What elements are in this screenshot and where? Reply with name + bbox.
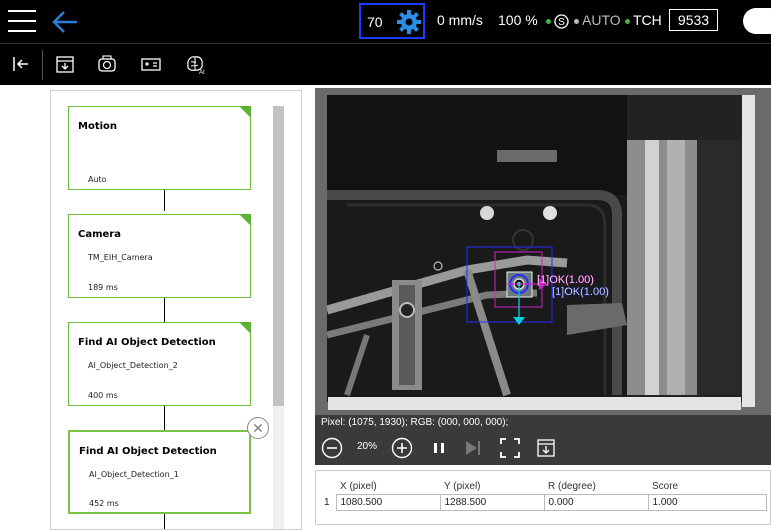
cell-y: 1288.500 <box>439 494 545 511</box>
zoom-level: 20% <box>357 441 378 452</box>
ai-brain-icon[interactable]: AI <box>184 53 206 75</box>
detection-label-2: [1]OK(1.00) <box>552 286 609 298</box>
viewer-horizontal-scrollbar[interactable] <box>328 397 741 410</box>
auto-label: AUTO <box>582 12 621 28</box>
cell-r: 0.000 <box>543 494 649 511</box>
flow-node-ai-detection-2[interactable]: Find AI Object Detection AI_Object_Detec… <box>68 322 251 406</box>
column-header: X (pixel) <box>340 481 377 492</box>
pixel-info: Pixel: (1075, 1930); RGB: (000, 000, 000… <box>315 415 771 431</box>
pause-icon[interactable] <box>431 437 447 459</box>
results-table: X (pixel) Y (pixel) R (degree) Score 1 1… <box>320 479 767 511</box>
speed-value: 70 <box>367 14 383 30</box>
image-viewer: [1]OK(1.00) [1]OK(1.00) <box>315 88 771 415</box>
row-index: 1 <box>320 494 337 511</box>
tch-label: TCH <box>633 12 662 28</box>
percent-readout: 100 % <box>498 12 538 28</box>
node-job-name: AI_Object_Detection_2 <box>88 361 178 370</box>
save-flow-icon[interactable] <box>54 53 76 75</box>
mode-indicator: S <box>546 12 569 29</box>
flow-node-ai-detection-1[interactable]: Find AI Object Detection AI_Object_Detec… <box>68 430 251 514</box>
flow-connector <box>164 403 165 431</box>
node-corner-marker <box>239 106 251 118</box>
flow-panel: Motion Auto Camera TM_EIH_Camera 189 ms … <box>50 90 302 530</box>
detection-label-1: [1]OK(1.00) <box>537 274 594 286</box>
save-image-icon[interactable] <box>535 437 557 459</box>
camera-image[interactable]: [1]OK(1.00) [1]OK(1.00) <box>327 95 755 402</box>
tch-indicator: TCH <box>625 12 662 28</box>
node-title: Find AI Object Detection <box>78 337 216 348</box>
toolbar: AI <box>0 43 771 85</box>
auto-indicator: AUTO <box>574 12 621 28</box>
flow-node-camera[interactable]: Camera TM_EIH_Camera 189 ms <box>68 214 251 298</box>
fit-screen-icon[interactable] <box>499 437 521 459</box>
viewer-controls: 20% <box>315 431 771 465</box>
camera-icon[interactable] <box>96 53 118 75</box>
cell-score: 1.000 <box>647 494 767 511</box>
node-time: 400 ms <box>88 391 118 400</box>
speed-setting-box[interactable]: 70 <box>359 3 425 39</box>
mode-s-icon: S <box>554 14 569 29</box>
node-title: Find AI Object Detection <box>79 446 217 457</box>
flow-scrollbar-thumb[interactable] <box>273 106 284 406</box>
velocity-readout: 0 mm/s <box>437 12 483 28</box>
gear-icon[interactable] <box>397 10 421 34</box>
flow-node-motion[interactable]: Motion Auto <box>68 106 251 190</box>
node-job-name: AI_Object_Detection_1 <box>89 470 179 479</box>
status-dot <box>546 18 551 24</box>
back-arrow-icon[interactable] <box>50 8 80 36</box>
node-corner-marker <box>239 214 251 226</box>
node-job-name: TM_EIH_Camera <box>88 253 153 262</box>
svg-text:S: S <box>558 17 565 28</box>
menu-icon[interactable] <box>8 8 36 34</box>
toggle-switch[interactable] <box>743 8 771 34</box>
top-bar: 70 0 mm/s 100 % S AUTO TCH 9533 <box>0 0 771 43</box>
step-play-icon[interactable] <box>463 437 483 459</box>
flow-scrollbar[interactable] <box>273 106 284 529</box>
results-table-panel: X (pixel) Y (pixel) R (degree) Score 1 1… <box>315 470 771 525</box>
node-title: Motion <box>78 121 118 132</box>
column-header: Y (pixel) <box>444 481 481 492</box>
node-detail: Auto <box>88 175 107 184</box>
camera-scene: [1]OK(1.00) [1]OK(1.00) <box>327 95 755 402</box>
column-header: R (degree) <box>548 481 596 492</box>
flow-connector <box>164 295 165 323</box>
node-corner-marker <box>239 322 251 334</box>
toolbar-divider <box>42 50 43 80</box>
node-time: 189 ms <box>88 283 118 292</box>
zoom-out-icon[interactable] <box>321 437 343 459</box>
viewer-vertical-scrollbar[interactable] <box>742 95 755 407</box>
node-time: 452 ms <box>89 499 119 508</box>
column-header: Score <box>652 481 679 492</box>
id-display[interactable]: 9533 <box>669 9 718 31</box>
exit-icon[interactable] <box>10 53 32 75</box>
zoom-in-icon[interactable] <box>391 437 413 459</box>
vision-job-icon[interactable] <box>140 53 162 75</box>
close-icon[interactable] <box>247 417 269 439</box>
table-row[interactable]: 1 1080.500 1288.500 0.000 1.000 <box>320 494 767 511</box>
node-title: Camera <box>78 229 121 240</box>
svg-text:AI: AI <box>199 70 205 75</box>
index-header <box>320 479 336 495</box>
cell-x: 1080.500 <box>335 494 441 511</box>
flow-connector <box>164 187 165 211</box>
